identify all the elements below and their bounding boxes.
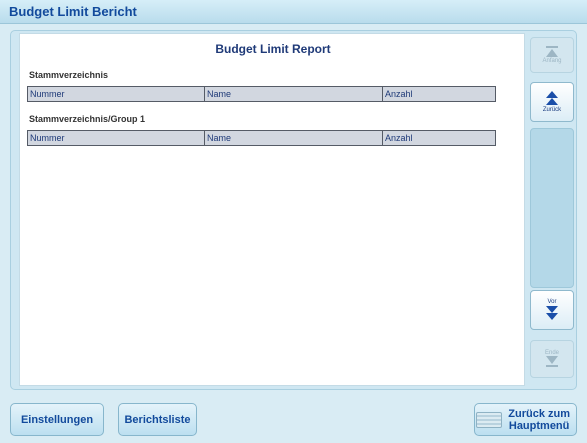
column-header-anzahl: Anzahl	[385, 89, 413, 99]
back-to-main-menu-button[interactable]: Zurück zum Hauptmenü	[474, 403, 577, 436]
title-bar: Budget Limit Bericht	[0, 0, 587, 24]
column-header-name: Name	[205, 131, 383, 145]
scrollbar-track[interactable]	[530, 128, 574, 288]
window-title: Budget Limit Bericht	[9, 4, 137, 19]
up-arrow-icon	[546, 91, 558, 105]
double-up-arrow-icon	[546, 46, 558, 57]
report-title: Budget Limit Report	[215, 42, 331, 56]
scroll-back-button[interactable]: Zurück	[530, 82, 574, 122]
scroll-first-button[interactable]: Anfang	[530, 37, 574, 73]
scroll-back-label: Zurück	[542, 107, 562, 113]
main-menu-icon	[476, 411, 503, 428]
down-arrow-icon	[546, 306, 558, 320]
scroll-forward-button[interactable]: Vor	[530, 290, 574, 330]
report-list-button[interactable]: Berichtsliste	[118, 403, 197, 436]
back-to-main-menu-label: Zurück zum Hauptmenü	[508, 408, 570, 432]
column-header-anzahl: Anzahl	[385, 133, 413, 143]
table-header: Nummer Name Anzahl	[27, 86, 496, 102]
scroll-last-button[interactable]: Ende	[530, 340, 574, 378]
back-to-main-menu-line2: Hauptmenü	[508, 419, 570, 432]
section-label: Stammverzeichnis	[29, 70, 109, 80]
scroll-first-label: Anfang	[542, 58, 562, 64]
table-header: Nummer Name Anzahl	[27, 130, 496, 146]
column-header-nummer: Nummer	[28, 87, 205, 101]
double-down-arrow-icon	[546, 356, 558, 367]
settings-button[interactable]: Einstellungen	[10, 403, 104, 436]
section-label: Stammverzeichnis/Group 1	[29, 114, 146, 124]
back-to-main-menu-line1: Zurück zum	[508, 407, 570, 420]
column-header-nummer: Nummer	[28, 131, 205, 145]
report-view: Budget Limit Report Stammverzeichnis Num…	[19, 33, 525, 386]
column-header-name: Name	[205, 87, 383, 101]
